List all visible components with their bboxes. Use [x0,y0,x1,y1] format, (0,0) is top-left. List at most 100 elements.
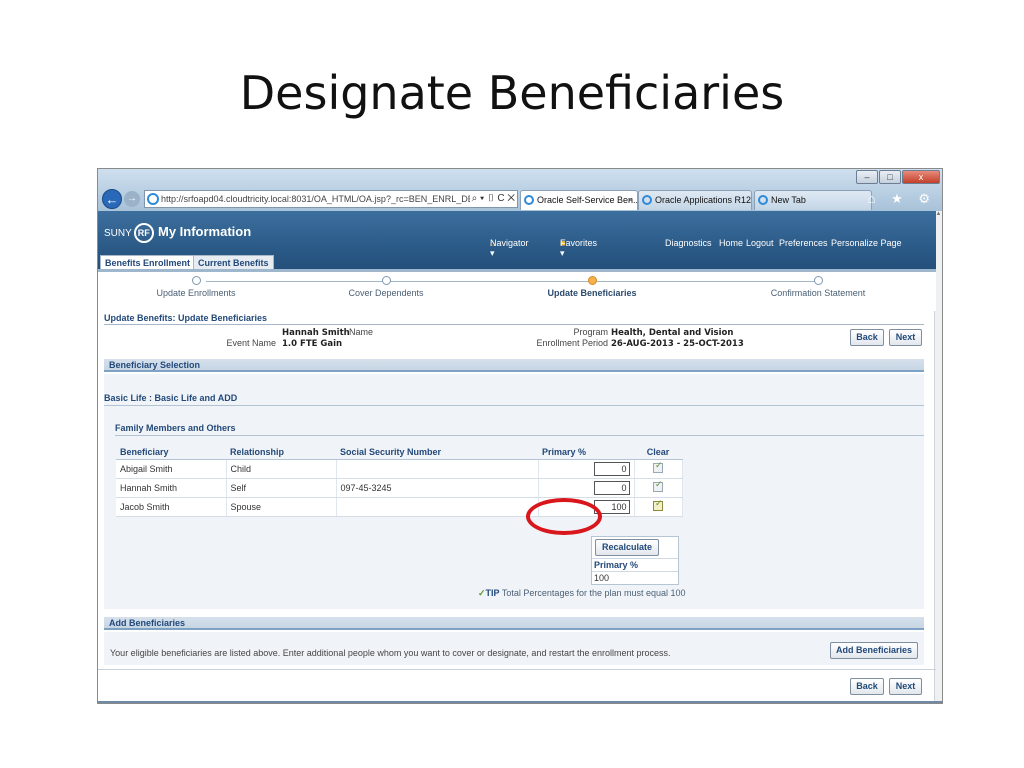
home-favorites-tools-icons[interactable]: ⌂ ★ ⚙ [868,191,936,207]
preferences-link[interactable]: Preferences [779,238,828,248]
beneficiary-ssn: 097-45-3245 [336,478,539,498]
back-button[interactable]: Back [850,329,884,346]
back-button-bottom[interactable]: Back [850,678,884,695]
clear-cell [634,459,683,479]
beneficiary-table: Beneficiary Relationship Social Security… [116,445,683,517]
col-relationship: Relationship [226,445,336,460]
address-bar[interactable]: http://srfoapd04.cloudtricity.local:8031… [144,190,518,208]
name-value: Hannah Smith [282,328,350,338]
program-value-wrap: Health, Dental and Vision [611,327,733,338]
next-button[interactable]: Next [889,329,922,346]
primary-cell: 0 [538,459,635,479]
col-clear: Clear [634,445,682,460]
minimize-button[interactable]: – [856,170,878,184]
app-title: My Information [158,224,252,239]
train-step-confirmation-statement[interactable]: Confirmation Statement [728,272,908,298]
beneficiary-ssn [336,459,539,479]
beneficiary-relationship: Self [226,478,337,498]
plan-divider [104,405,924,406]
logout-link[interactable]: Logout [746,238,774,248]
close-tab-icon[interactable]: × [628,191,633,209]
window-controls: – □ x [856,170,940,184]
next-button-bottom[interactable]: Next [889,678,922,695]
train-step-label: Update Beneficiaries [547,288,637,298]
train-step-label: Update Enrollments [156,288,236,298]
footer-divider [98,669,936,670]
beneficiary-relationship: Spouse [226,497,337,517]
period-value-wrap: 26-AUG-2013 - 25-OCT-2013 [611,338,744,349]
add-beneficiaries-button[interactable]: Add Beneficiaries [830,642,918,659]
browser-tab-new-tab[interactable]: New Tab [754,190,872,210]
clear-cell [634,497,683,517]
group-divider [115,435,924,436]
tip-text: Total Percentages for the plan must equa… [501,588,686,598]
page-title: Update Benefits: Update Beneficiaries [104,313,924,325]
tab-current-benefits[interactable]: Current Benefits [193,255,274,270]
clear-icon[interactable] [653,460,663,473]
ie-icon [642,195,652,205]
browser-chrome: – □ x ← → http://srfoapd04.cloudtricity.… [98,169,942,211]
beneficiary-name: Jacob Smith [116,497,227,517]
personalize-page-link[interactable]: Personalize Page [831,238,902,248]
table-row: Hannah Smith Self 097-45-3245 0 [116,478,683,498]
clear-icon[interactable] [653,498,663,511]
slide-title: Designate Beneficiaries [239,66,785,120]
tab-label: Oracle Applications R12 [655,195,752,205]
col-primary: Primary % [538,445,634,460]
event-label: Event Name [226,338,276,348]
forward-arrow-icon[interactable]: → [124,191,140,207]
browser-tab-oracle-apps[interactable]: Oracle Applications R12 [638,190,752,210]
col-ssn: Social Security Number [336,445,538,460]
train-step-dot-current [587,276,597,285]
event-value: 1.0 FTE Gain [282,339,343,349]
add-beneficiaries-text: Your eligible beneficiaries are listed a… [110,648,671,658]
address-url: http://srfoapd04.cloudtricity.local:8031… [161,194,512,204]
navigator-label: Navigator ▾ [490,238,529,258]
maximize-button[interactable]: □ [879,170,901,184]
clear-icon[interactable] [653,479,663,492]
group-heading: Family Members and Others [115,423,236,433]
ie-icon [524,195,534,205]
tab-label: Oracle Self-Service Ben... [537,195,638,205]
screenshot-frame: – □ x ← → http://srfoapd04.cloudtricity.… [97,168,943,704]
table-header-row: Beneficiary Relationship Social Security… [116,445,682,460]
col-beneficiary: Beneficiary [116,445,226,460]
plan-heading: Basic Life : Basic Life and ADD [104,393,238,403]
train-step-label: Cover Dependents [348,288,424,298]
tab-label: New Tab [771,195,806,205]
browser-tab-oracle-self-service[interactable]: Oracle Self-Service Ben... × [520,190,638,210]
beneficiary-ssn [336,497,539,517]
train-step-dot [813,276,823,285]
tip-label: TIP [485,588,500,598]
app-header: SUNY RF My Information ⌂ Navigator ▾ ■ Fa… [98,211,936,270]
train-step-cover-dependents[interactable]: Cover Dependents [296,272,476,298]
diagnostics-link[interactable]: Diagnostics [665,238,712,248]
recalculate-button[interactable]: Recalculate [595,539,660,556]
program-value: Health, Dental and Vision [611,328,734,338]
primary-cell: 0 [538,478,635,498]
primary-percent-input[interactable]: 0 [593,462,630,476]
beneficiary-relationship: Child [226,459,337,479]
ie-icon [758,195,768,205]
scroll-up-icon[interactable]: ▲ [935,211,942,217]
program-label: Program [573,327,608,337]
train-step-dot [381,276,391,285]
process-train: Update Enrollments Cover Dependents Upda… [98,269,936,311]
totals-box: Recalculate Primary % 100 [591,536,679,585]
train-step-label: Confirmation Statement [770,288,866,298]
ie-icon [147,193,159,205]
close-window-button[interactable]: x [902,170,940,184]
beneficiary-name: Hannah Smith [116,478,227,498]
address-tools-icons[interactable]: ⌕ ▾ ▯ C ✕ [469,191,515,207]
train-step-update-enrollments[interactable]: Update Enrollments [106,272,286,298]
home-link[interactable]: Home [719,238,743,248]
recalculate-wrap: Recalculate [592,537,678,559]
check-icon: ✓ [478,588,486,598]
tab-benefits-enrollment[interactable]: Benefits Enrollment [100,255,196,270]
back-arrow-icon[interactable]: ← [102,189,122,209]
primary-percent-input[interactable]: 0 [593,481,630,495]
clear-cell [634,478,683,498]
tip-message: ✓TIP Total Percentages for the plan must… [478,588,686,599]
event-value-wrap: 1.0 FTE Gain [282,338,342,349]
period-label: Enrollment Period [536,338,608,348]
